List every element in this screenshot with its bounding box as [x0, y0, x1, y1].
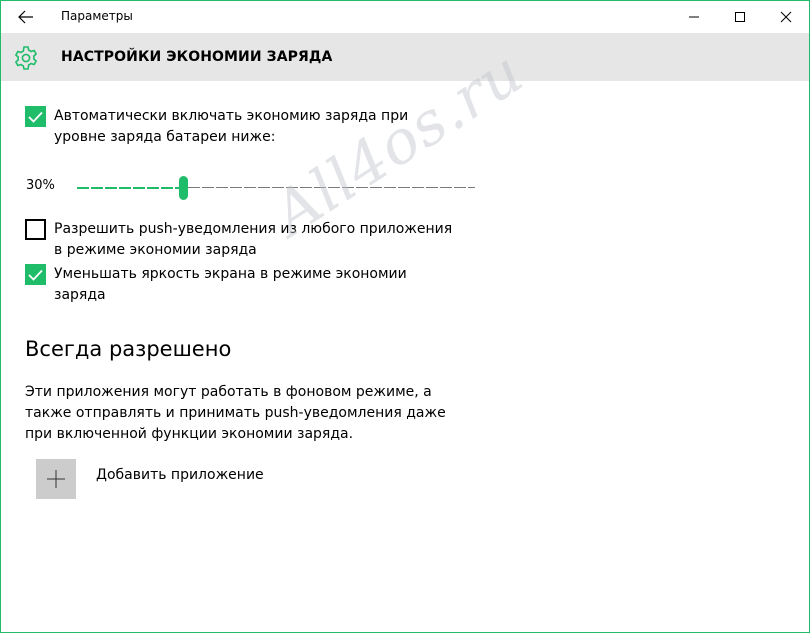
app-title: Параметры [61, 9, 133, 23]
push-notifications-row[interactable]: Разрешить push-уведомления из любого при… [25, 219, 454, 261]
minimize-icon [689, 16, 699, 18]
slider-track-remaining [188, 187, 475, 188]
auto-saver-checkbox[interactable] [25, 106, 46, 127]
slider-track-filled [77, 187, 180, 189]
arrow-left-icon [18, 10, 33, 24]
add-app-button[interactable] [36, 459, 76, 499]
checkmark-icon [28, 111, 43, 123]
page-header: НАСТРОЙКИ ЭКОНОМИИ ЗАРЯДА [1, 33, 809, 81]
auto-saver-label: Автоматически включать экономию заряда п… [54, 108, 409, 145]
maximize-icon [735, 12, 745, 22]
close-button[interactable] [763, 1, 809, 33]
checkmark-icon [28, 269, 43, 281]
auto-saver-row[interactable]: Автоматически включать экономию заряда п… [25, 106, 454, 148]
maximize-button[interactable] [717, 1, 763, 33]
gear-icon [14, 46, 38, 70]
lower-brightness-row[interactable]: Уменьшать яркость экрана в режиме эконом… [25, 264, 454, 306]
add-app-label[interactable]: Добавить приложение [96, 467, 264, 483]
lower-brightness-checkbox[interactable] [25, 264, 46, 285]
threshold-value: 30% [26, 178, 55, 193]
section-title: Всегда разрешено [25, 337, 232, 361]
plus-icon [47, 470, 65, 488]
minimize-button[interactable] [671, 1, 717, 33]
section-description: Эти приложения могут работать в фоновом … [25, 384, 446, 442]
lower-brightness-label: Уменьшать яркость экрана в режиме эконом… [54, 266, 407, 303]
settings-window: Параметры НАСТРОЙКИ ЭКОНОМИИ ЗАРЯДА Авто… [0, 0, 810, 633]
back-button[interactable] [7, 2, 45, 32]
title-bar: Параметры [1, 1, 809, 33]
threshold-slider[interactable] [77, 175, 475, 201]
push-notifications-checkbox[interactable] [25, 219, 46, 240]
page-title: НАСТРОЙКИ ЭКОНОМИИ ЗАРЯДА [61, 49, 333, 65]
slider-thumb[interactable] [179, 176, 188, 200]
close-icon [780, 11, 792, 23]
push-notifications-label: Разрешить push-уведомления из любого при… [54, 221, 453, 258]
